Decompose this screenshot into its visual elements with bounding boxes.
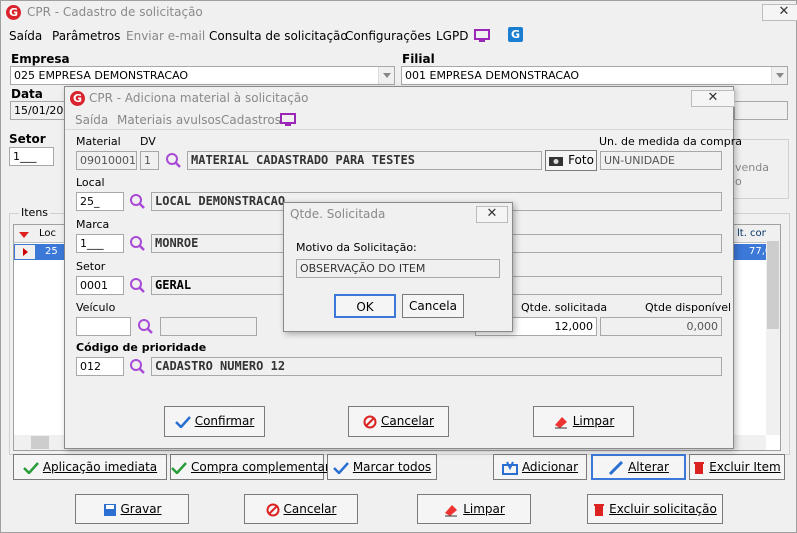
- row-pointer-icon: [15, 245, 35, 259]
- filial-label: Filial: [402, 52, 435, 66]
- cancelar-sub-button[interactable]: Cancelar: [348, 406, 449, 437]
- qtde-disponivel-field: 0,000: [600, 317, 722, 336]
- monitor-icon[interactable]: [474, 29, 490, 46]
- marcar-todos-button[interactable]: Marcar todos: [327, 454, 437, 480]
- menu-saida[interactable]: Saída: [9, 29, 42, 43]
- motivo-field[interactable]: OBSERVAÇÃO DO ITEM: [296, 259, 500, 278]
- data-field[interactable]: 15/01/202: [10, 101, 70, 120]
- prioridade-label: Código de prioridade: [76, 341, 207, 354]
- search-icon[interactable]: [129, 235, 146, 252]
- sort-down-icon[interactable]: [18, 229, 30, 243]
- material-desc-field[interactable]: MATERIAL CADASTRADO PARA TESTES: [187, 151, 542, 170]
- cancela-button[interactable]: Cancela: [402, 294, 464, 318]
- filial-select[interactable]: 001 EMPRESA DEMONSTRACAO: [401, 66, 788, 85]
- dv-field[interactable]: 1: [140, 151, 159, 170]
- compra-complementar-button[interactable]: Compra complementar: [170, 454, 330, 480]
- menu-parametros[interactable]: Parâmetros: [52, 29, 120, 43]
- alterar-button[interactable]: Alterar: [591, 454, 686, 480]
- sub-separator: [65, 129, 733, 130]
- header-right-field: [734, 101, 788, 120]
- ok-button[interactable]: OK: [334, 294, 396, 318]
- main-titlebar: G CPR - Cadastro de solicitação ✕: [1, 1, 797, 23]
- app-g-icon[interactable]: G: [508, 27, 523, 42]
- empresa-label: Empresa: [11, 52, 70, 66]
- dialog-title: Qtde. Solicitada: [290, 207, 386, 221]
- search-icon[interactable]: [129, 358, 146, 375]
- local-code-field[interactable]: 25_: [76, 192, 124, 211]
- search-icon[interactable]: [129, 277, 146, 294]
- excluir-solicitacao-button[interactable]: Excluir solicitação: [587, 494, 723, 524]
- unidade-label: Un. de medida da compra: [599, 135, 742, 148]
- chevron-down-icon[interactable]: [378, 67, 394, 84]
- dialog-titlebar: Qtde. Solicitada ✕: [284, 203, 512, 225]
- material-label: Material: [76, 135, 121, 148]
- dv-label: DV: [140, 135, 156, 148]
- menu-cadastros[interactable]: Cadastros: [221, 113, 281, 127]
- app-logo-icon: G: [6, 5, 21, 20]
- veiculo-code-field[interactable]: [76, 317, 131, 336]
- hscroll-thumb[interactable]: [31, 436, 49, 449]
- limpar-sub-button[interactable]: Limpar: [533, 406, 634, 437]
- material-close-button[interactable]: ✕: [691, 90, 735, 107]
- monitor-icon[interactable]: [280, 113, 296, 130]
- itens-label: Itens: [19, 206, 51, 219]
- menu-consulta[interactable]: Consulta de solicitação: [209, 29, 348, 43]
- menu-saida-sub[interactable]: Saída: [75, 113, 108, 127]
- main-close-button[interactable]: ✕: [762, 4, 797, 21]
- setor-label: Setor: [9, 132, 46, 146]
- veiculo-desc-field[interactable]: [160, 317, 257, 336]
- gravar-button[interactable]: Gravar: [75, 494, 189, 524]
- col-loc[interactable]: Loc: [39, 228, 56, 239]
- data-label: Data: [11, 87, 43, 101]
- prioridade-desc-field[interactable]: CADASTRO NUMERO 12: [151, 357, 722, 376]
- material-title: CPR - Adiciona material à solicitação: [89, 91, 309, 105]
- cancelar-main-button[interactable]: Cancelar: [244, 494, 358, 524]
- adicionar-button[interactable]: Adicionar: [493, 454, 587, 480]
- chevron-down-icon[interactable]: [771, 67, 787, 84]
- excluir-item-button[interactable]: Excluir Item: [689, 454, 785, 480]
- menu-materiais-avulsos[interactable]: Materiais avulsos: [117, 113, 221, 127]
- marca-code-field[interactable]: 1___: [76, 234, 124, 253]
- main-title: CPR - Cadastro de solicitação: [27, 5, 203, 19]
- search-icon[interactable]: [165, 152, 182, 169]
- marca-label: Marca: [76, 218, 110, 231]
- menu-lgpd[interactable]: LGPD: [436, 29, 468, 43]
- unidade-field[interactable]: UN-UNIDADE: [600, 151, 722, 170]
- right-text-venda: venda: [735, 161, 769, 174]
- empresa-select[interactable]: 025 EMPRESA DEMONSTRACAO: [10, 66, 395, 85]
- search-icon[interactable]: [137, 318, 154, 335]
- scrollbar-thumb[interactable]: [767, 241, 779, 329]
- menu-configuracoes[interactable]: Configurações: [345, 29, 431, 43]
- limpar-main-button[interactable]: Limpar: [417, 494, 531, 524]
- veiculo-label: Veículo: [76, 301, 116, 314]
- foto-button[interactable]: Foto: [545, 150, 597, 171]
- setor-code-field[interactable]: 0001: [76, 276, 124, 295]
- setor-label-sub: Setor: [76, 260, 106, 273]
- dialog-close-button[interactable]: ✕: [476, 206, 508, 223]
- prioridade-code-field[interactable]: 012: [76, 357, 124, 376]
- menu-enviar-email[interactable]: Enviar e-mail: [126, 29, 205, 43]
- confirmar-button[interactable]: Confirmar: [164, 406, 265, 437]
- app-logo-icon: G: [70, 91, 85, 106]
- row-loc: 25: [45, 246, 58, 257]
- setor-field[interactable]: 1___: [9, 147, 54, 166]
- aplicacao-imediata-button[interactable]: Aplicação imediata: [13, 454, 167, 480]
- search-icon[interactable]: [129, 193, 146, 210]
- local-label: Local: [76, 176, 105, 189]
- right-text-o: o: [735, 175, 742, 188]
- qtde-dialog: Qtde. Solicitada ✕ Motivo da Solicitação…: [283, 202, 513, 332]
- material-code-field[interactable]: 09010001: [76, 151, 137, 170]
- qtde-disponivel-label: Qtde disponível: [645, 301, 732, 314]
- qtde-solicitada-label: Qtde. solicitada: [521, 301, 608, 314]
- motivo-label: Motivo da Solicitação:: [296, 241, 417, 254]
- material-titlebar: G CPR - Adiciona material à solicitação …: [65, 87, 735, 109]
